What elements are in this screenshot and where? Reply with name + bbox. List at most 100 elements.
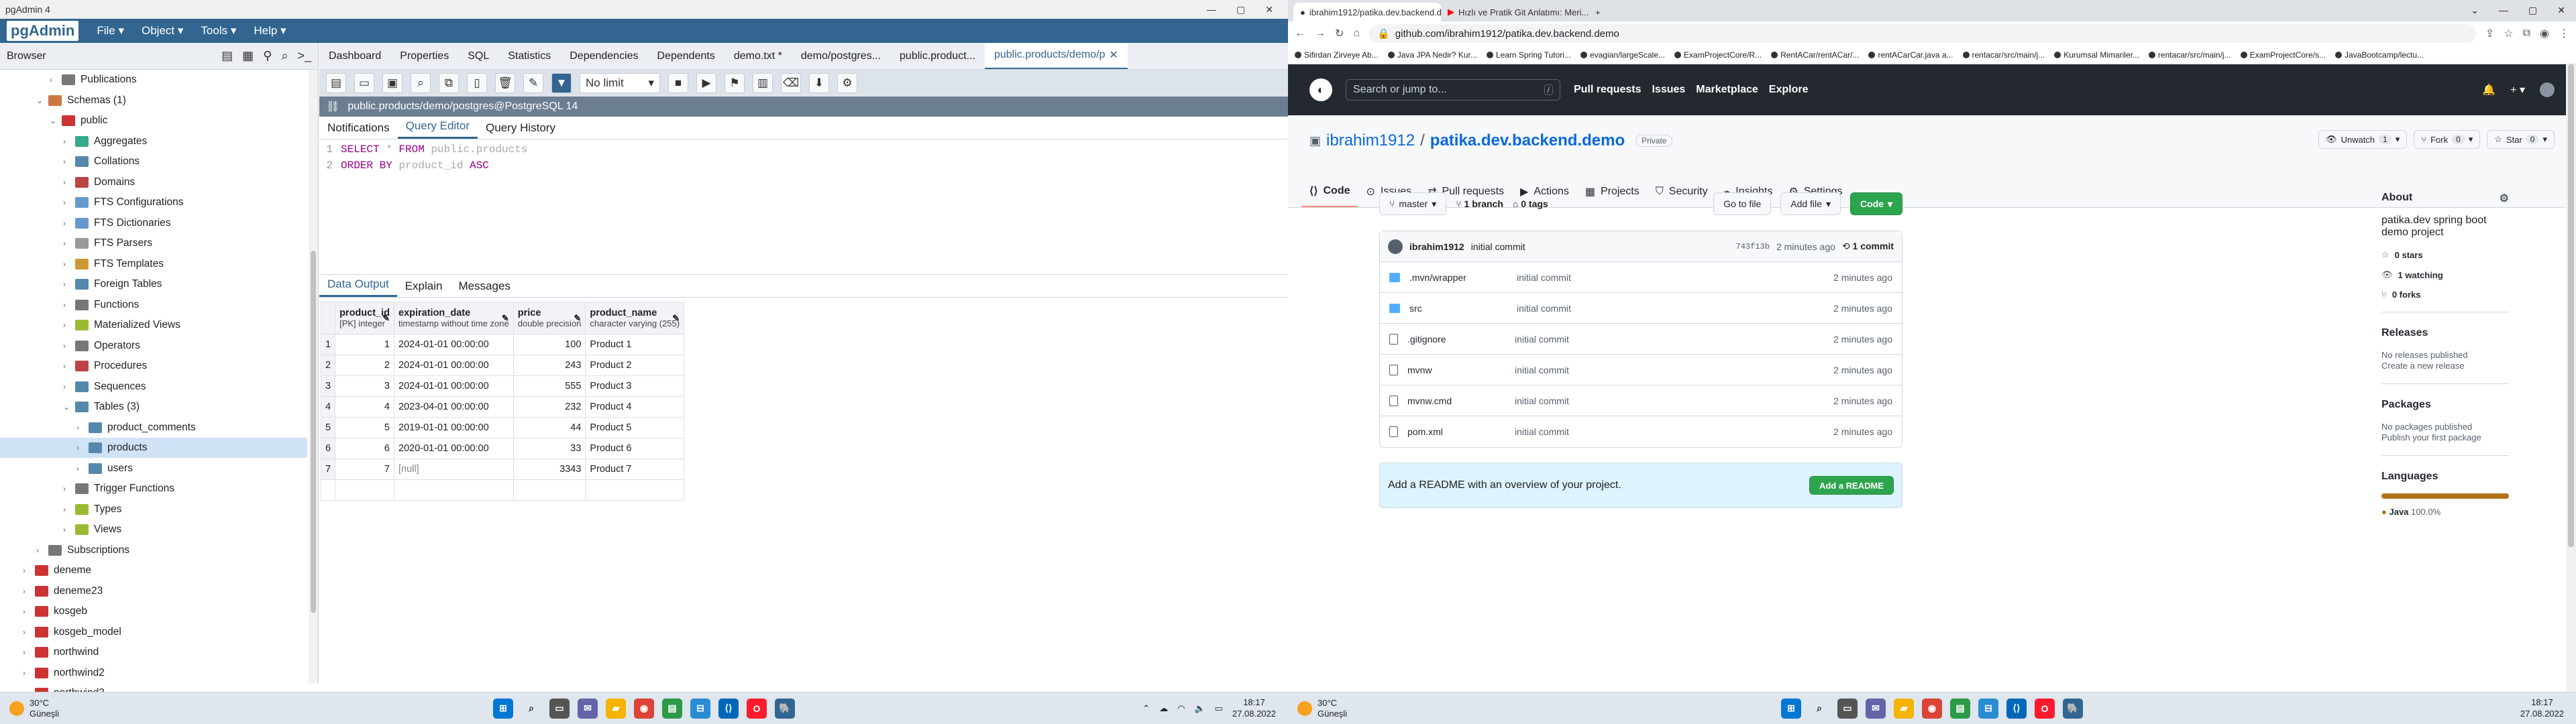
- table-cell[interactable]: Product 5: [585, 417, 685, 438]
- chat-icon[interactable]: ✉: [1866, 698, 1886, 719]
- tree-item[interactable]: › Foreign Tables: [63, 274, 162, 294]
- file-name[interactable]: mvnw.cmd: [1407, 396, 1515, 406]
- minimize-icon[interactable]: —: [1207, 4, 1216, 15]
- execute-icon[interactable]: ▶: [696, 73, 716, 93]
- chevron-icon[interactable]: ›: [63, 525, 75, 534]
- chevron-icon[interactable]: ›: [63, 300, 75, 310]
- pgadmin-icon[interactable]: 🐘: [775, 698, 795, 719]
- close-icon[interactable]: ✕: [2557, 5, 2565, 16]
- commits-link[interactable]: ⟲ 1 commit: [1842, 241, 1894, 252]
- gear-icon[interactable]: ⚙: [2500, 192, 2509, 205]
- bookmark-item[interactable]: Kurumsal Mimariler...: [2054, 50, 2139, 60]
- table-cell[interactable]: 555: [513, 375, 586, 397]
- tree-item[interactable]: ⌄ public: [50, 111, 108, 131]
- table-cell[interactable]: 2023-04-01 00:00:00: [394, 396, 514, 418]
- vscode-icon[interactable]: ⟨⟩: [2006, 698, 2027, 719]
- table-cell[interactable]: 44: [513, 417, 586, 438]
- sql-editor[interactable]: 1 SELECT * FROM public.products 2 ORDER BY…: [319, 139, 1288, 247]
- paste-icon[interactable]: ▯: [467, 73, 487, 93]
- table-row[interactable]: 7 7 [null] 3343 Product 7: [320, 459, 685, 480]
- chevron-icon[interactable]: ›: [36, 546, 48, 555]
- edit-icon[interactable]: ✎: [523, 73, 543, 93]
- table-cell[interactable]: 3: [335, 375, 394, 397]
- table-cell[interactable]: 2020-01-01 00:00:00: [394, 438, 514, 459]
- create-release-link[interactable]: Create a new release: [2381, 361, 2465, 371]
- maximize-icon[interactable]: ▢: [2528, 5, 2537, 16]
- menu-file[interactable]: File ▾: [88, 24, 133, 38]
- table-cell[interactable]: 2024-01-01 00:00:00: [394, 334, 514, 355]
- intellij-icon[interactable]: ⊟: [690, 698, 710, 719]
- star-icon[interactable]: ☆: [2504, 27, 2513, 40]
- table-row[interactable]: 1 1 2024-01-01 00:00:00 100 Product 1: [320, 334, 685, 355]
- tree-item[interactable]: › Sequences: [63, 377, 146, 397]
- tab-7[interactable]: demo/postgres...: [792, 43, 890, 69]
- vscode-icon[interactable]: ⟨⟩: [718, 698, 739, 719]
- tab-query-history[interactable]: Query History: [478, 121, 564, 139]
- limit-select[interactable]: No limit ▾: [580, 73, 660, 93]
- file-name[interactable]: mvnw: [1407, 365, 1515, 375]
- search-icon[interactable]: ⌕: [281, 49, 288, 63]
- bookmark-item[interactable]: ExamProjectCore/R...: [1674, 50, 1762, 60]
- go-to-file-button[interactable]: Go to file: [1713, 192, 1772, 215]
- copy-icon[interactable]: ⧉: [439, 73, 459, 93]
- task-view-icon[interactable]: ▭: [1837, 698, 1858, 719]
- bookmark-item[interactable]: JavaBootcamp/lectu...: [2334, 50, 2424, 60]
- tree-item[interactable]: › Aggregates: [63, 131, 147, 152]
- file-commit-message[interactable]: initial commit: [1517, 272, 1833, 283]
- github-logo-icon[interactable]: ◐: [1309, 78, 1332, 101]
- chevron-icon[interactable]: ›: [76, 443, 89, 452]
- notepad-icon[interactable]: ▤: [1950, 698, 1970, 719]
- tab-4[interactable]: Dependencies: [560, 43, 647, 69]
- tab-data-output[interactable]: Data Output: [319, 278, 397, 297]
- repo-owner-link[interactable]: ibrahim1912: [1326, 131, 1415, 150]
- chevron-icon[interactable]: ›: [63, 178, 75, 187]
- tab-messages[interactable]: Messages: [450, 280, 518, 297]
- filter-button[interactable]: ▼: [551, 73, 572, 93]
- windows-start-icon[interactable]: ⊞: [1781, 698, 1801, 719]
- tree-item[interactable]: › Trigger Functions: [63, 479, 174, 499]
- chevron-icon[interactable]: ⌄: [50, 116, 62, 125]
- table-cell[interactable]: 4: [335, 396, 394, 418]
- pgadmin-icon[interactable]: 🐘: [2063, 698, 2083, 719]
- chevron-icon[interactable]: ›: [50, 75, 62, 84]
- file-commit-message[interactable]: initial commit: [1515, 396, 1833, 406]
- download-icon[interactable]: ⬇: [809, 73, 829, 93]
- wifi-icon[interactable]: ◠: [1177, 703, 1185, 714]
- table-cell[interactable]: 3343: [513, 459, 586, 480]
- chrome-tab-github[interactable]: ●ibrahim1912/patika.dev.backend.demo✕: [1293, 3, 1441, 21]
- tab-0[interactable]: Dashboard: [319, 43, 390, 69]
- table-cell[interactable]: Product 1: [585, 334, 685, 355]
- chrome-icon[interactable]: ◉: [634, 698, 654, 719]
- open-file-icon[interactable]: ▭: [354, 73, 374, 93]
- chevron-icon[interactable]: ›: [63, 219, 75, 228]
- windows-start-icon[interactable]: ⊞: [493, 698, 513, 719]
- back-icon[interactable]: ←: [1295, 27, 1305, 40]
- tree-item[interactable]: › FTS Templates: [63, 254, 164, 274]
- tree-item[interactable]: › kosgeb: [23, 601, 87, 621]
- tree-item[interactable]: › FTS Parsers: [63, 233, 152, 253]
- file-row[interactable]: pom.xml initial commit 2 minutes ago: [1380, 416, 1902, 447]
- chrome-tab-youtube[interactable]: ▶Hızlı ve Pratik Git Anlatımı: Meri...✕: [1441, 3, 1589, 21]
- tab-9[interactable]: public.products/demo/p ✕: [984, 43, 1128, 69]
- macros-icon[interactable]: ⚙: [837, 73, 857, 93]
- file-explorer-icon[interactable]: ▰: [606, 698, 626, 719]
- page-scrollbar[interactable]: [2566, 64, 2576, 692]
- task-view-icon[interactable]: ▭: [549, 698, 570, 719]
- forks-count[interactable]: ⑂ 0 forks: [2381, 290, 2509, 300]
- tree-item[interactable]: › FTS Dictionaries: [63, 213, 171, 233]
- add-file-button[interactable]: Add file ▾: [1780, 192, 1841, 215]
- clock[interactable]: 18:17 27.08.2022: [2520, 697, 2564, 719]
- tree-scrollbar[interactable]: [309, 70, 318, 683]
- chevron-down-icon[interactable]: ⌄: [2471, 5, 2479, 16]
- file-row[interactable]: .gitignore initial commit 2 minutes ago: [1380, 324, 1902, 355]
- tab-explain[interactable]: Explain: [397, 280, 451, 297]
- bookmark-item[interactable]: rentacar/src/main/j...: [2148, 50, 2231, 60]
- save-icon[interactable]: ▣: [382, 73, 402, 93]
- table-row[interactable]: 6 6 2020-01-01 00:00:00 33 Product 6: [320, 438, 685, 459]
- tree-item[interactable]: › northwind2: [23, 663, 105, 683]
- chevron-icon[interactable]: ›: [63, 259, 75, 269]
- chevron-icon[interactable]: ›: [23, 627, 35, 637]
- explain-icon[interactable]: ⚑: [724, 73, 745, 93]
- file-row[interactable]: .mvn/wrapper initial commit 2 minutes ago: [1380, 262, 1902, 293]
- tab-1[interactable]: Properties: [390, 43, 458, 69]
